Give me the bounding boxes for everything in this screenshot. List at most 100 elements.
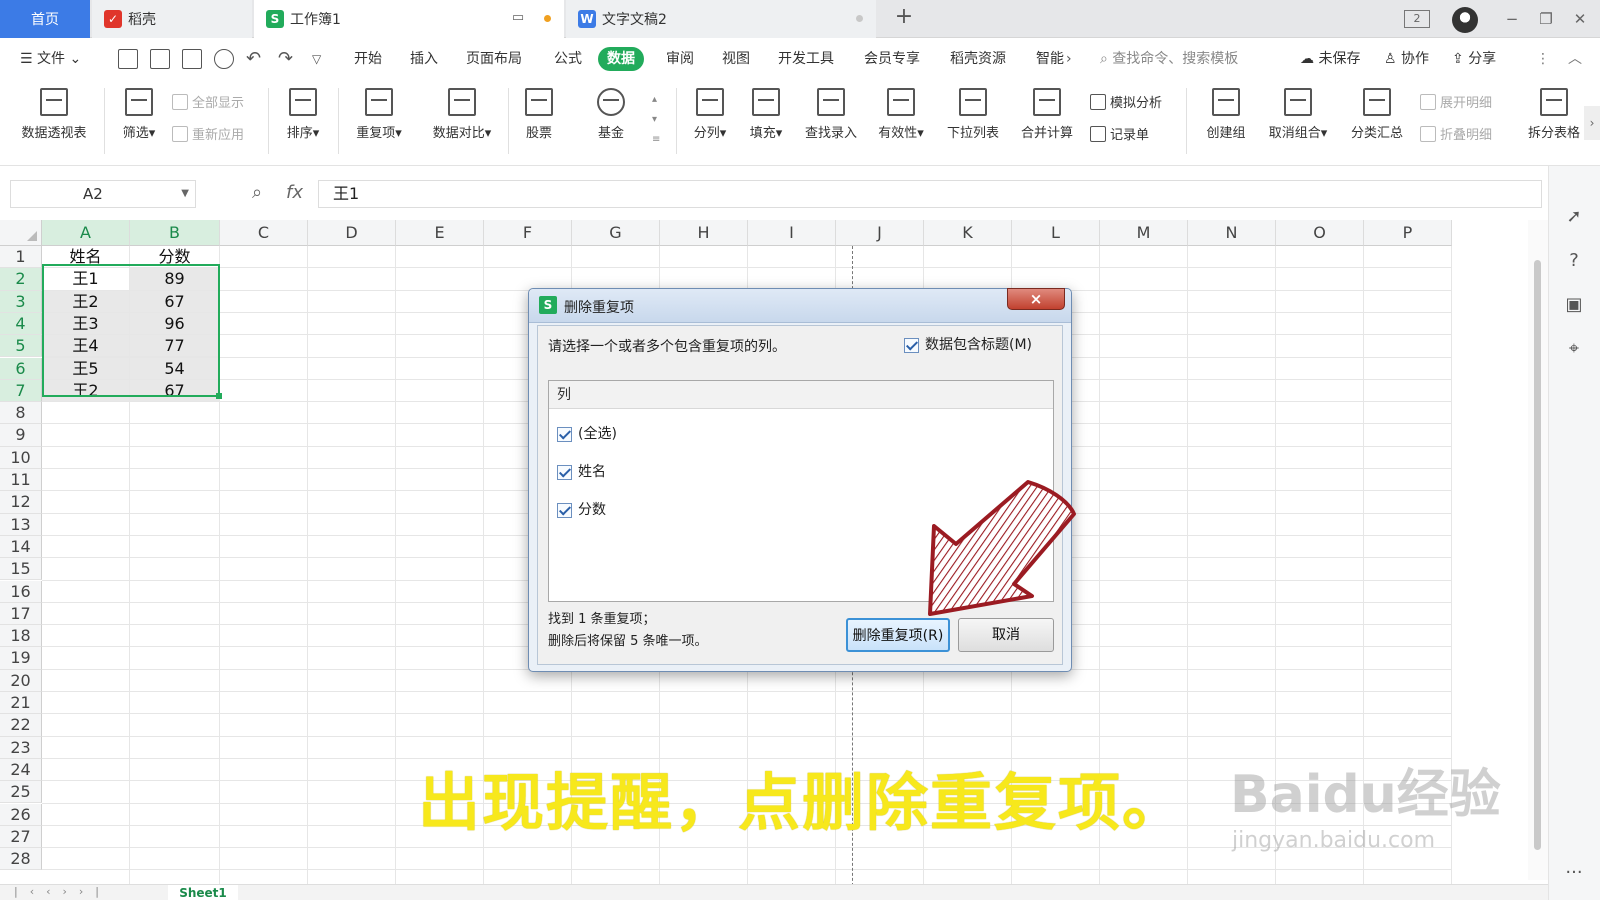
fill-button[interactable]: 填充▾ [742,84,790,141]
menu-developer[interactable]: 开发工具 [778,47,834,71]
row-header-2[interactable]: 2 [0,268,42,291]
print-preview-icon[interactable] [214,49,234,69]
menu-smart[interactable]: 智能 [1036,47,1064,71]
row-header-6[interactable]: 6 [0,357,42,380]
select-all-corner[interactable] [0,220,42,246]
row-header-25[interactable]: 25 [0,781,42,804]
row-header-12[interactable]: 12 [0,491,42,514]
row-header-18[interactable]: 18 [0,625,42,648]
sheet-tab-sheet1[interactable]: Sheet1 [168,885,238,901]
column-header-h[interactable]: H [660,220,748,246]
row-header-1[interactable]: 1 [0,246,42,269]
fill-handle[interactable] [216,393,222,399]
help-icon[interactable]: ? [1563,250,1585,272]
vertical-scrollbar[interactable] [1528,220,1548,880]
tab-document2[interactable]: W 文字文稿2 [566,0,876,38]
row-header-15[interactable]: 15 [0,558,42,581]
column-header-l[interactable]: L [1012,220,1100,246]
tab-home[interactable]: 首页 [0,0,90,38]
filter-button[interactable]: 筛选▾ [114,84,164,141]
row-header-8[interactable]: 8 [0,402,42,425]
column-header-o[interactable]: O [1276,220,1364,246]
dialog-title-bar[interactable]: S 删除重复项 × [529,288,1071,323]
restore-icon[interactable]: ❐ [1536,10,1556,28]
close-window-icon[interactable]: ✕ [1570,10,1590,28]
redo-icon[interactable]: ↷ [278,47,293,71]
column-header-i[interactable]: I [748,220,836,246]
location-icon[interactable]: ⌖ [1563,338,1585,360]
row-header-7[interactable]: 7 [0,379,42,403]
sort-button[interactable]: 排序▾ [278,84,328,141]
column-option-select-all[interactable]: (全选) [557,423,617,443]
create-group-button[interactable]: 创建组 [1198,84,1254,141]
select-cursor-icon[interactable]: ➚ [1563,206,1585,228]
expand-detail-button[interactable]: 展开明细 [1420,92,1492,111]
row-header-13[interactable]: 13 [0,513,42,536]
print-icon[interactable] [182,49,202,69]
column-header-e[interactable]: E [396,220,484,246]
row-header-11[interactable]: 11 [0,469,42,492]
dialog-close-button[interactable]: × [1007,288,1065,310]
subtotal-button[interactable]: 分类汇总 [1344,84,1410,141]
minimize-icon[interactable]: − [1502,10,1522,28]
row-header-20[interactable]: 20 [0,669,42,692]
column-header-b[interactable]: B [130,220,220,246]
collapse-detail-button[interactable]: 折叠明细 [1420,124,1492,143]
quick-access-dropdown-icon[interactable]: ▽ [312,47,321,71]
tab-docer[interactable]: ✓ 稻壳 [92,0,252,38]
name-box[interactable]: A2 ▼ [10,180,196,208]
row-header-26[interactable]: 26 [0,803,42,826]
menu-review[interactable]: 审阅 [666,47,694,71]
column-header-p[interactable]: P [1364,220,1452,246]
column-header-f[interactable]: F [484,220,572,246]
formula-input[interactable]: 王1 [318,180,1542,208]
column-header-k[interactable]: K [924,220,1012,246]
fx-icon[interactable]: fx [286,182,303,203]
zoom-search-icon[interactable]: ⌕ [252,182,262,203]
collab-button[interactable]: ♙ 协作 [1384,47,1429,71]
row-header-17[interactable]: 17 [0,602,42,626]
row-header-22[interactable]: 22 [0,714,42,737]
row-header-16[interactable]: 16 [0,580,42,603]
row-header-23[interactable]: 23 [0,736,42,759]
column-header-g[interactable]: G [572,220,660,246]
lookup-entry-button[interactable]: 查找录入 [798,84,864,141]
window-count-icon[interactable]: 2 [1404,10,1430,28]
what-if-analysis-button[interactable]: 模拟分析 [1090,92,1162,111]
more-sidebar-icon[interactable]: ··· [1563,862,1585,884]
menu-start[interactable]: 开始 [354,47,382,71]
row-header-27[interactable]: 27 [0,825,42,849]
row-header-4[interactable]: 4 [0,312,42,336]
split-table-button[interactable]: 拆分表格 [1528,84,1580,141]
ribbon-scroll-right-icon[interactable]: › [1584,106,1600,140]
column-header-a[interactable]: A [42,220,130,246]
menu-docer-resources[interactable]: 稻壳资源 [950,47,1006,71]
split-column-button[interactable]: 分列▾ [686,84,734,141]
name-box-dropdown-icon[interactable]: ▼ [181,181,189,207]
ungroup-button[interactable]: 取消组合▾ [1262,84,1334,141]
collapse-ribbon-icon[interactable]: ︿ [1568,47,1582,71]
command-search[interactable]: ⌕ 查找命令、搜索模板 [1100,48,1270,70]
new-tab-button[interactable]: + [894,6,914,28]
row-header-14[interactable]: 14 [0,535,42,559]
tab-workbook1[interactable]: S 工作簿1 ▭ [254,0,564,38]
dropdown-list-button[interactable]: 下拉列表 [940,84,1006,141]
row-header-9[interactable]: 9 [0,424,42,447]
duplicates-button[interactable]: 重复项▾ [346,84,412,141]
undo-icon[interactable]: ↶ [246,47,261,71]
pivot-table-button[interactable]: 数据透视表 [14,84,94,141]
menu-member[interactable]: 会员专享 [864,47,920,71]
monitor-icon[interactable]: ▭ [508,9,528,27]
row-header-21[interactable]: 21 [0,692,42,715]
stock-button[interactable]: 股票 [516,84,562,141]
avatar[interactable] [1452,7,1478,33]
consolidate-button[interactable]: 合并计算 [1014,84,1080,141]
row-header-5[interactable]: 5 [0,335,42,358]
menu-page-layout[interactable]: 页面布局 [466,47,522,71]
unsaved-button[interactable]: ☁ 未保存 [1300,47,1360,71]
fund-button[interactable]: 基金 [588,84,634,141]
record-form-button[interactable]: 记录单 [1090,124,1149,143]
row-header-10[interactable]: 10 [0,446,42,469]
menu-insert[interactable]: 插入 [410,47,438,71]
column-header-m[interactable]: M [1100,220,1188,246]
